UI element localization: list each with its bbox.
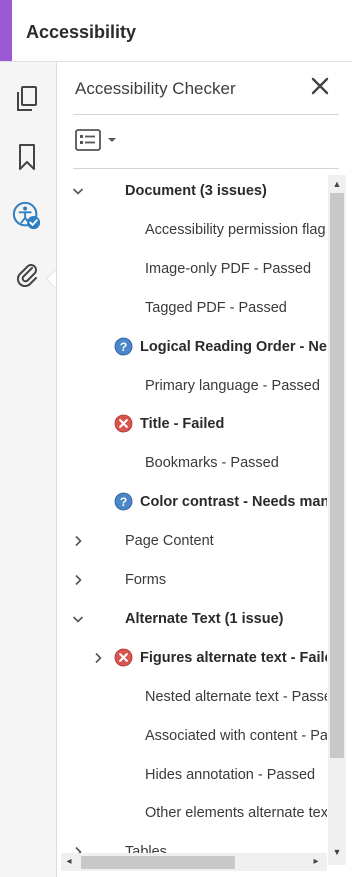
vertical-scroll-thumb[interactable] <box>330 193 344 758</box>
tree-row-document[interactable]: Document (3 issues) <box>57 171 327 210</box>
tree-row-label: Forms <box>125 572 167 588</box>
header-title: Accessibility <box>26 22 137 42</box>
tree-row-image-only[interactable]: Image-only PDF - Passed <box>57 249 327 288</box>
close-icon <box>311 77 329 95</box>
accessibility-checker-panel: Accessibility Checker Document (3 issues… <box>57 62 352 877</box>
panel-title: Accessibility Checker <box>75 79 236 98</box>
tree-row-alternate-text[interactable]: Alternate Text (1 issue) <box>57 599 327 638</box>
tree-row-label: Document (3 issues) <box>125 183 267 199</box>
needs-manual-check-icon: ? <box>114 337 133 356</box>
tree-row-page-content[interactable]: Page Content <box>57 521 327 560</box>
scroll-right-arrow[interactable]: ▸ <box>311 857 321 867</box>
divider <box>73 114 339 115</box>
tree-row-label: Bookmarks - Passed <box>145 455 279 472</box>
tree-row-label: Figures alternate text - Failed <box>140 649 327 666</box>
failed-icon <box>114 414 133 433</box>
attachment-icon[interactable] <box>12 258 42 288</box>
close-button[interactable] <box>308 74 332 98</box>
tree-row-label: Logical Reading Order - Needs manual che… <box>140 338 327 355</box>
active-indicator-inner <box>47 270 56 288</box>
panel-header: Accessibility <box>0 0 352 62</box>
chevron-down-icon <box>108 138 116 142</box>
tree-row-forms[interactable]: Forms <box>57 560 327 599</box>
tree-row-label: Color contrast - Needs manual check <box>140 494 327 511</box>
tree-row-title[interactable]: Title - Failed <box>57 404 327 443</box>
chevron-down-icon[interactable] <box>72 613 84 625</box>
tree-row-label: Hides annotation - Passed <box>145 766 316 783</box>
tree-row-reading-order[interactable]: ? Logical Reading Order - Needs manual ch… <box>57 327 327 366</box>
bookmark-icon[interactable] <box>12 142 42 172</box>
tree-row-label: Accessibility permission flag <box>145 221 326 238</box>
svg-text:?: ? <box>120 495 128 509</box>
scroll-left-arrow[interactable]: ◂ <box>64 857 74 867</box>
failed-icon <box>114 648 133 667</box>
left-rail <box>0 62 57 877</box>
tree-row-bookmarks[interactable]: Bookmarks - Passed <box>57 443 327 482</box>
tree-row-color-contrast[interactable]: ? Color contrast - Needs manual check <box>57 482 327 521</box>
chevron-right-icon[interactable] <box>92 652 104 664</box>
chevron-right-icon[interactable] <box>72 535 84 547</box>
tree-row-label: Other elements alternate text - Passed <box>145 805 327 822</box>
svg-text:?: ? <box>120 339 128 353</box>
horizontal-scrollbar[interactable]: ◂ ▸ <box>61 853 327 871</box>
tree-row-other-elements[interactable]: Other elements alternate text - Passed <box>57 793 327 832</box>
tree-row-label: Primary language - Passed <box>145 377 320 394</box>
options-menu-button[interactable] <box>75 126 119 154</box>
tree-row-label: Alternate Text (1 issue) <box>125 610 284 627</box>
tree-row-associated-content[interactable]: Associated with content - Passed <box>57 716 327 755</box>
tree-row-primary-language[interactable]: Primary language - Passed <box>57 366 327 405</box>
tree-row-permission-flag[interactable]: Accessibility permission flag <box>57 210 327 249</box>
tree-row-label: Page Content <box>125 533 214 550</box>
horizontal-scroll-thumb[interactable] <box>81 856 235 869</box>
needs-manual-check-icon: ? <box>114 492 133 511</box>
checker-results-tree: Document (3 issues) Accessibility permiss… <box>57 171 327 860</box>
tree-row-label: Nested alternate text - Passed <box>145 688 327 705</box>
scroll-up-arrow[interactable]: ▲ <box>332 179 342 189</box>
tree-row-label: Image-only PDF - Passed <box>145 260 312 277</box>
pages-icon[interactable] <box>12 84 42 114</box>
tree-row-hides-annotation[interactable]: Hides annotation - Passed <box>57 755 327 794</box>
tree-row-tagged-pdf[interactable]: Tagged PDF - Passed <box>57 288 327 327</box>
divider <box>73 168 339 169</box>
options-icon <box>75 129 101 151</box>
tree-row-nested-alt[interactable]: Nested alternate text - Passed <box>57 677 327 716</box>
chevron-down-icon[interactable] <box>72 185 84 197</box>
tree-row-label: Associated with content - Passed <box>145 727 327 744</box>
chevron-right-icon[interactable] <box>72 574 84 586</box>
accessibility-icon[interactable] <box>12 201 42 231</box>
vertical-scrollbar[interactable]: ▲ ▼ <box>328 175 346 865</box>
scroll-down-arrow[interactable]: ▼ <box>332 847 342 857</box>
header-accent-bar <box>0 0 12 61</box>
tree-row-label: Title - Failed <box>140 416 225 433</box>
tree-row-label: Tagged PDF - Passed <box>145 299 287 316</box>
tree-row-figures-alt[interactable]: Figures alternate text - Failed <box>57 638 327 677</box>
